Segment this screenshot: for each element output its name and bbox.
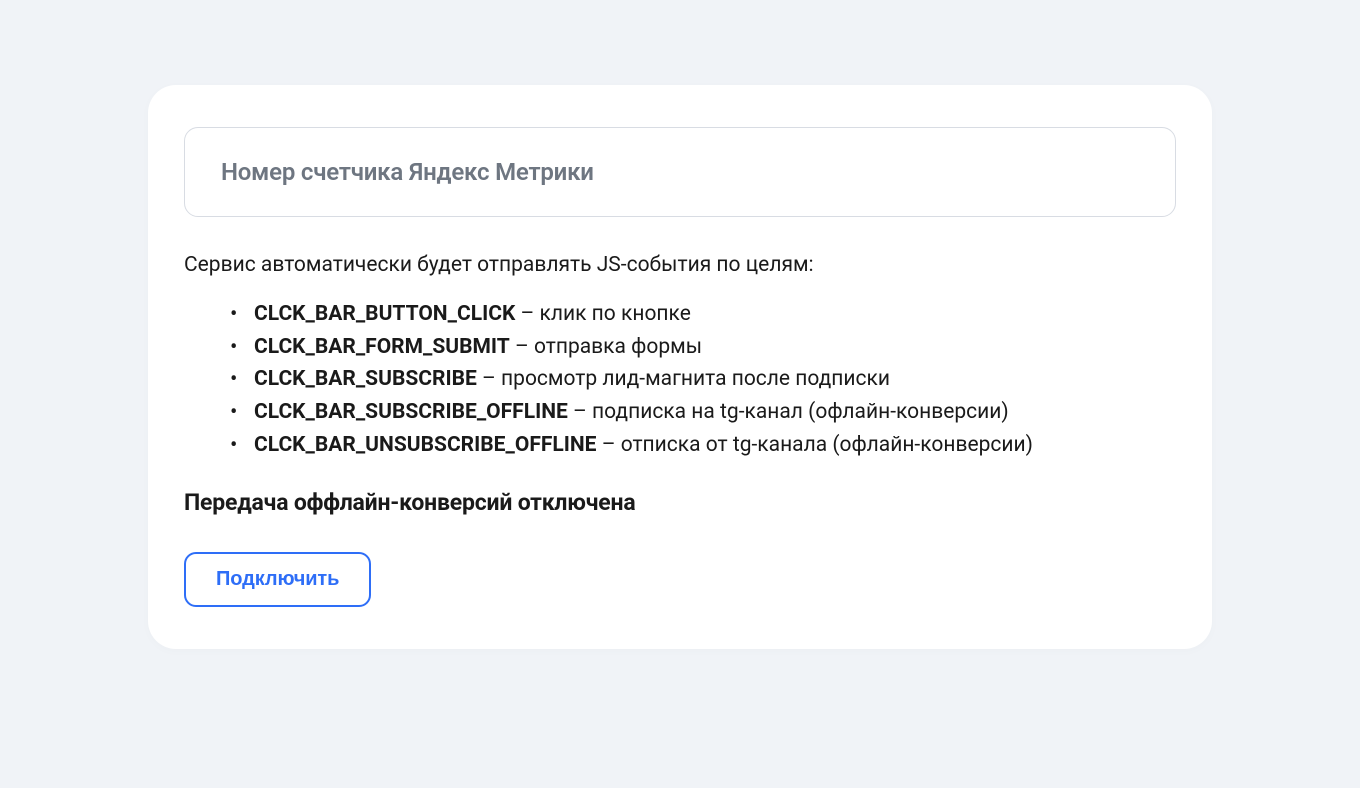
event-desc: – просмотр лид-магнита после подписки	[477, 367, 890, 391]
event-code: CLCK_BAR_SUBSCRIBE_OFFLINE	[254, 400, 568, 424]
connect-button[interactable]: Подключить	[184, 552, 371, 607]
counter-input-placeholder: Номер счетчика Яндекс Метрики	[221, 158, 1139, 186]
event-desc: – клик по кнопке	[515, 302, 691, 326]
offline-status: Передача оффлайн-конверсий отключена	[184, 489, 1176, 516]
event-desc: – подписка на tg-канал (офлайн-конверсии…	[568, 400, 1009, 424]
event-code: CLCK_BAR_BUTTON_CLICK	[254, 302, 515, 326]
event-desc: – отправка формы	[510, 335, 702, 359]
settings-card: Номер счетчика Яндекс Метрики Сервис авт…	[148, 85, 1212, 649]
event-code: CLCK_BAR_FORM_SUBMIT	[254, 335, 510, 359]
events-list: CLCK_BAR_BUTTON_CLICK – клик по кнопке C…	[184, 298, 1176, 461]
events-description: Сервис автоматически будет отправлять JS…	[184, 251, 1176, 280]
list-item: CLCK_BAR_SUBSCRIBE_OFFLINE – подписка на…	[254, 396, 1176, 429]
event-code: CLCK_BAR_SUBSCRIBE	[254, 367, 477, 391]
list-item: CLCK_BAR_FORM_SUBMIT – отправка формы	[254, 331, 1176, 364]
counter-input-wrapper[interactable]: Номер счетчика Яндекс Метрики	[184, 127, 1176, 217]
list-item: CLCK_BAR_BUTTON_CLICK – клик по кнопке	[254, 298, 1176, 331]
list-item: CLCK_BAR_SUBSCRIBE – просмотр лид-магнит…	[254, 363, 1176, 396]
event-desc: – отписка от tg-канала (офлайн-конверсии…	[597, 433, 1033, 457]
list-item: CLCK_BAR_UNSUBSCRIBE_OFFLINE – отписка о…	[254, 429, 1176, 462]
event-code: CLCK_BAR_UNSUBSCRIBE_OFFLINE	[254, 433, 597, 457]
